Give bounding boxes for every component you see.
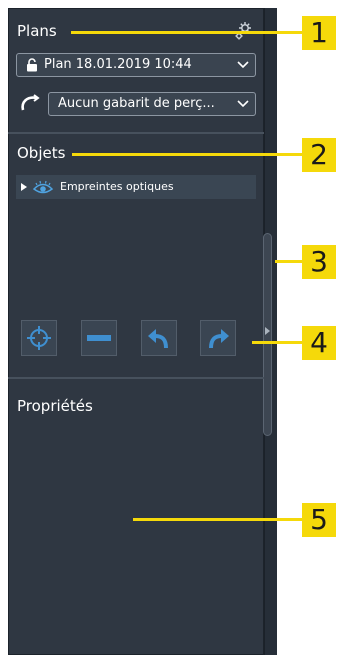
center-button[interactable] [21,320,57,356]
redo-icon [209,329,229,349]
undo-button[interactable] [141,320,177,356]
remove-button[interactable] [81,320,117,356]
chevron-down-icon [237,61,249,69]
eye-icon[interactable] [32,179,54,195]
callout-5: 5 [302,503,336,537]
callout-3: 3 [302,245,336,279]
crosshair-icon [27,326,51,350]
drill-template-icon [21,94,40,111]
callout-2: 2 [302,138,336,172]
section-divider [8,377,264,379]
section-divider [8,132,264,134]
panel-collapse-icon[interactable] [265,327,270,335]
chevron-down-icon [237,100,249,108]
plan-dropdown-value: Plan 18.01.2019 10:44 [44,57,192,72]
undo-icon [148,329,168,349]
tree-item-label: Empreintes optiques [60,180,174,193]
plan-dropdown[interactable]: Plan 18.01.2019 10:44 [16,53,256,77]
callout-line-3 [275,260,302,263]
callout-1: 1 [302,16,336,50]
callout-line-1 [71,31,303,34]
objects-title: Objets [17,144,66,162]
callout-line-5 [133,518,302,521]
callout-4: 4 [302,326,336,360]
properties-title: Propriétés [17,397,93,415]
template-dropdown-value: Aucun gabarit de perç... [58,96,215,111]
minus-icon [87,335,111,341]
tree-item-optical-impressions[interactable]: Empreintes optiques [16,175,256,199]
template-dropdown[interactable]: Aucun gabarit de perç... [48,92,256,116]
callout-line-2 [72,153,302,156]
lock-icon [27,58,37,72]
redo-button[interactable] [200,320,236,356]
triangle-right-icon[interactable] [20,182,28,192]
callout-line-4 [252,341,302,344]
plans-title: Plans [17,22,57,40]
